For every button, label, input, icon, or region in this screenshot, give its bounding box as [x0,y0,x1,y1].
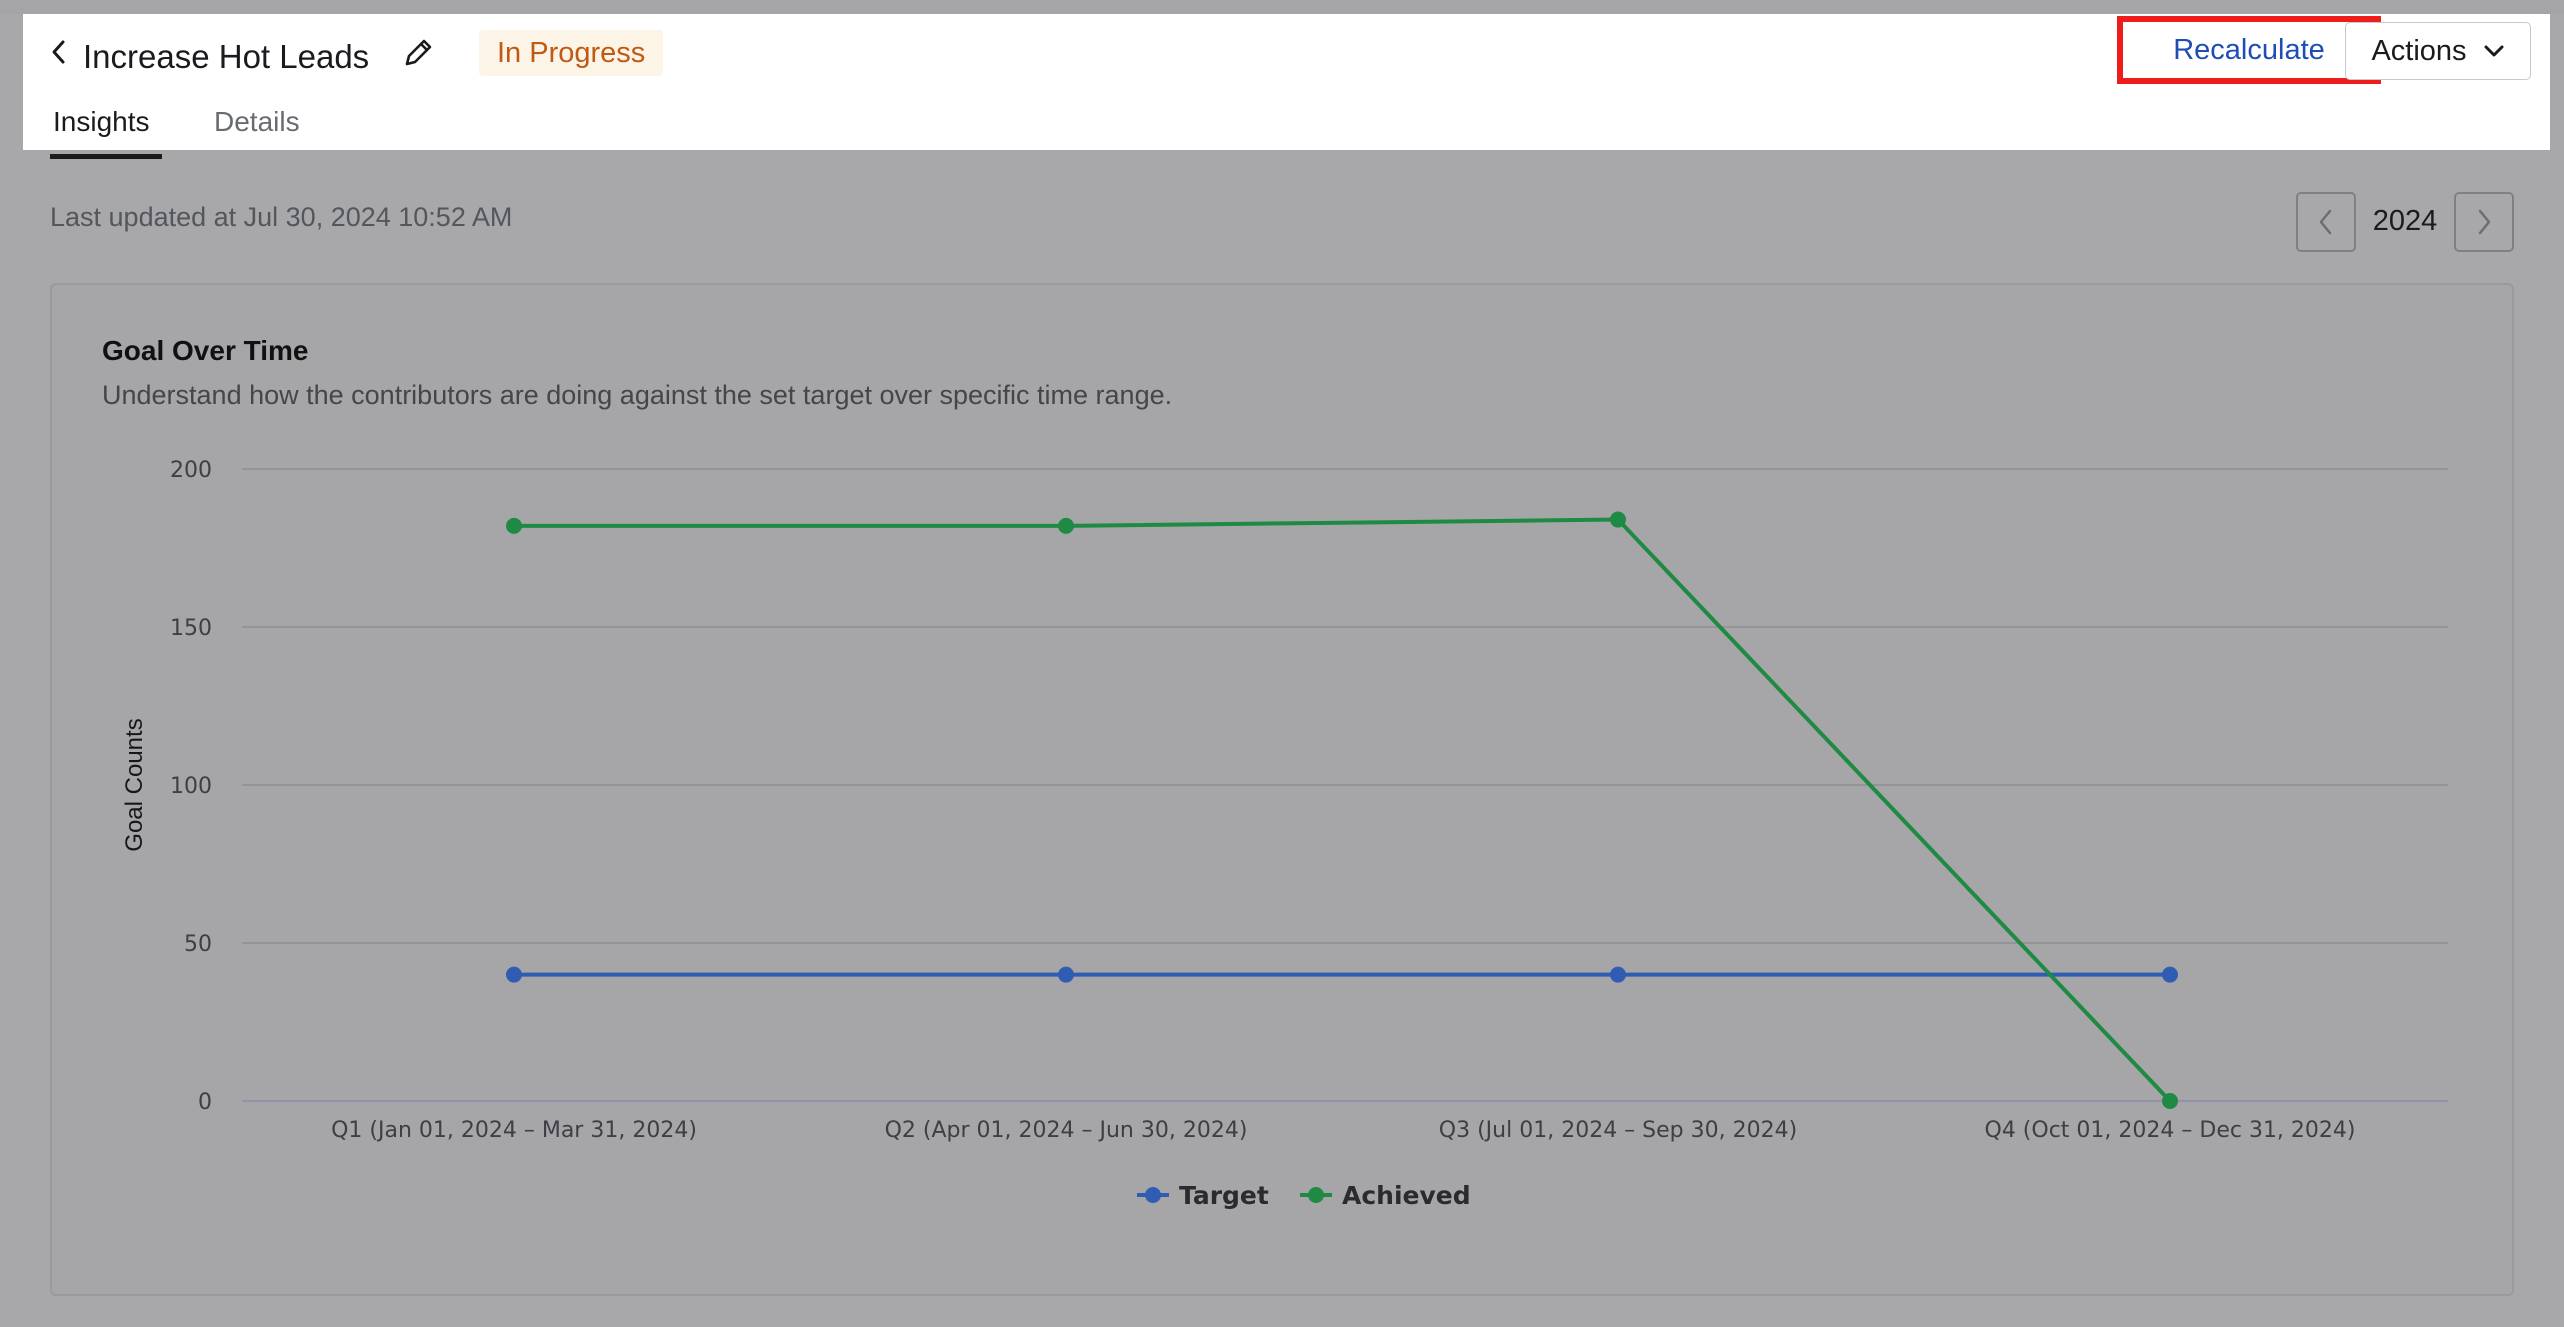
status-badge: In Progress [479,30,664,76]
actions-label: Actions [2371,34,2467,67]
achieved-data-point [506,517,522,534]
x-tick-label: Q1 (Jan 01, 2024 – Mar 31, 2024) [331,1118,697,1143]
y-tick-label: 100 [170,774,212,799]
achieved-data-point [1610,511,1626,528]
pencil-icon [405,39,432,66]
achieved-legend-label: Achieved [1342,1181,1471,1210]
achieved-data-point [1058,517,1074,534]
target-legend-marker [1145,1187,1161,1203]
x-tick-label: Q3 (Jul 01, 2024 – Sep 30, 2024) [1439,1118,1797,1143]
year-label: 2024 [2372,205,2438,237]
tab-details[interactable]: Details [214,102,300,142]
actions-dropdown-button[interactable]: Actions [2345,22,2531,80]
back-button[interactable] [41,34,77,70]
goal-chart-svg: 0 50 100 150 200 Goal Counts Q1 (Jan 01, 2024 … [121,458,2448,1210]
top-strip [0,0,2564,14]
x-tick-label: Q2 (Apr 01, 2024 – Jun 30, 2024) [885,1118,1248,1143]
target-legend-label: Target [1179,1181,1269,1210]
last-updated-text: Last updated at Jul 30, 2024 10:52 AM [50,202,513,232]
x-tick-label: Q4 (Oct 01, 2024 – Dec 31, 2024) [1985,1118,2356,1143]
chevron-right-icon [2478,209,2491,235]
page-header: Increase Hot Leads In Progress Recalcula… [23,14,2550,150]
page-title: Increase Hot Leads [83,38,370,75]
recalculate-button[interactable]: Recalculate [2117,16,2381,84]
target-data-point [506,966,522,983]
target-data-point [2162,966,2178,983]
achieved-data-point [2162,1093,2178,1109]
chevron-left-icon [2319,209,2332,235]
achieved-series-line [514,517,2172,1103]
recalculate-label: Recalculate [2173,33,2325,66]
previous-year-button[interactable] [2296,192,2356,252]
chevron-down-icon [2484,45,2504,57]
achieved-legend-marker [1308,1187,1324,1203]
edit-title-button[interactable] [397,32,439,74]
goal-over-time-card: Goal Over Time Understand how the contri… [50,283,2514,1296]
y-tick-label: 200 [170,458,212,483]
y-tick-label: 150 [170,616,212,641]
active-tab-indicator [50,154,162,159]
goal-chart: 0 50 100 150 200 Goal Counts Q1 (Jan 01, 2024 … [52,285,2516,1298]
target-data-point [1610,966,1626,983]
y-axis-title: Goal Counts [121,718,148,851]
y-tick-label: 50 [184,932,212,957]
tab-insights[interactable]: Insights [53,102,150,142]
page: Increase Hot Leads In Progress Recalcula… [0,0,2564,1327]
chevron-left-icon [52,40,65,64]
y-tick-label: 0 [198,1090,212,1115]
target-data-point [1058,966,1074,983]
next-year-button[interactable] [2454,192,2514,252]
